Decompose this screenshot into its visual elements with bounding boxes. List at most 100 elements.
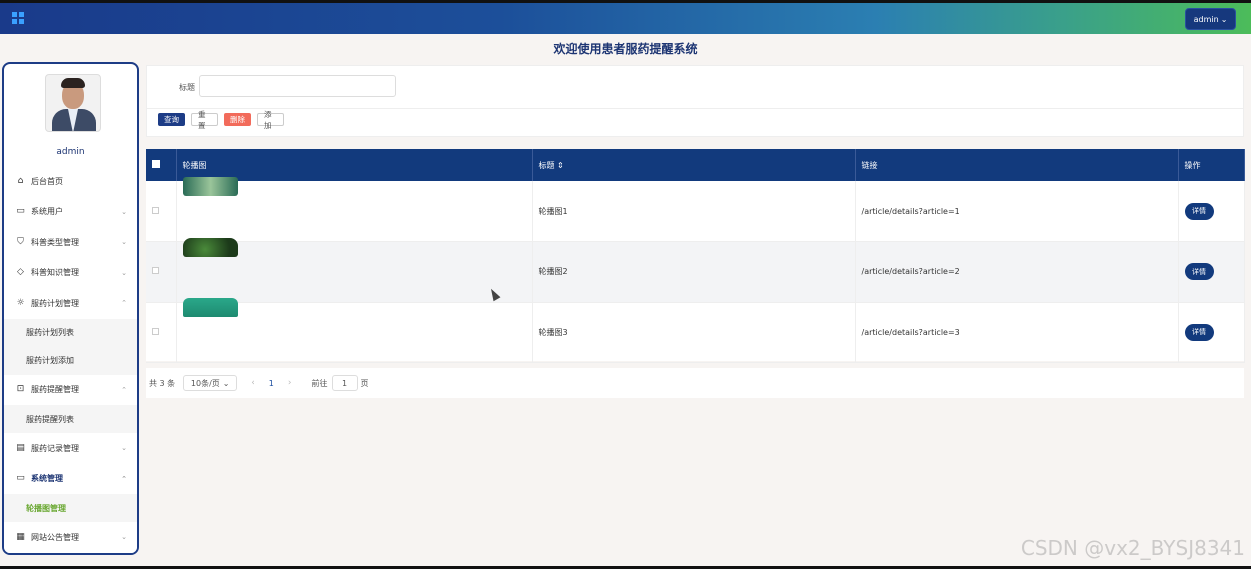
select-all-checkbox[interactable]	[152, 160, 160, 168]
sidebar-item-home[interactable]: ⌂ 后台首页	[4, 166, 137, 197]
image-cell	[176, 298, 533, 363]
chevron-down-icon: ⌄	[121, 533, 127, 541]
column-header-action: 操作	[1178, 149, 1245, 181]
column-header-link: 链接	[855, 149, 1179, 181]
chevron-down-icon: ⌄	[121, 207, 127, 216]
chevron-up-icon: ⌃	[121, 474, 127, 483]
chevron-up-icon: ⌃	[121, 299, 127, 307]
sidebar-item-announcement[interactable]: ▦ 网站公告管理 ⌄	[4, 522, 137, 553]
next-page-icon[interactable]: ›	[288, 378, 292, 388]
row-checkbox-cell	[146, 241, 177, 303]
link-cell: /article/details?article=2	[855, 241, 1179, 303]
prev-page-icon[interactable]: ‹	[251, 378, 255, 388]
sidebar-item-label: 服药计划管理	[31, 298, 79, 308]
sidebar-item-system-management[interactable]: ▭ 系统管理 ⌃	[4, 463, 137, 494]
link-cell: /article/details?article=3	[855, 302, 1179, 363]
sidebar: admin ⌂ 后台首页 ▭ 系统用户 ⌄ ⛉ 科普类型管理 ⌄ ◇ 科普知识管…	[2, 62, 139, 555]
title-filter-input[interactable]	[199, 75, 396, 97]
calendar-icon: ▦	[16, 531, 25, 542]
sidebar-item-medication-record[interactable]: ▤ 服药记录管理 ⌄	[4, 433, 137, 464]
query-button[interactable]: 查询	[158, 113, 185, 126]
title-cell: 轮播图2	[532, 241, 856, 303]
chevron-up-icon: ⌃	[121, 385, 127, 394]
column-header-title[interactable]: 标题 ⇕	[532, 149, 856, 181]
link-cell: /article/details?article=1	[855, 181, 1179, 242]
table-row: 轮播图3 /article/details?article=3 详情	[146, 298, 1245, 363]
table-header: 轮播图 标题 ⇕ 链接 操作	[146, 149, 1245, 181]
image-cell	[176, 237, 533, 303]
sidebar-item-system-users[interactable]: ▭ 系统用户 ⌄	[4, 196, 137, 227]
delete-button[interactable]: 删除	[224, 113, 251, 126]
tag-icon: ◇	[17, 267, 24, 278]
detail-button[interactable]: 详情	[1184, 323, 1214, 341]
bookmark-icon: ⛉	[17, 236, 24, 247]
row-checkbox[interactable]	[152, 267, 159, 275]
chevron-down-icon: ⌄	[121, 444, 127, 452]
user-menu-button[interactable]: admin ⌄	[1185, 8, 1236, 30]
add-button[interactable]: 添加	[257, 110, 284, 130]
detail-button[interactable]: 详情	[1184, 202, 1214, 220]
action-cell: 详情	[1178, 241, 1245, 303]
detail-button[interactable]: 详情	[1184, 263, 1214, 281]
row-checkbox[interactable]	[152, 206, 159, 214]
title-cell: 轮播图3	[532, 302, 856, 363]
sidebar-item-label: 服药记录管理	[31, 443, 79, 453]
sidebar-item-label: 系统用户	[31, 207, 63, 217]
message-icon: ▭	[16, 473, 25, 484]
pagination: 共 3 条 10条/页 ⌄ ‹ 1 › 前往 1 页	[146, 368, 1244, 398]
row-checkbox-cell	[146, 181, 177, 242]
reset-button[interactable]: 重置	[191, 110, 218, 130]
table-row: 轮播图2 /article/details?article=2 详情	[146, 237, 1245, 303]
column-header-title-label: 标题	[538, 160, 555, 170]
grid-menu-icon[interactable]	[12, 12, 24, 24]
page-number-current[interactable]: 1	[269, 379, 274, 388]
inbox-icon: ⊡	[16, 384, 25, 395]
sidebar-subitem-carousel[interactable]: 轮播图管理	[4, 494, 137, 522]
sidebar-item-label: 网站公告管理	[31, 532, 79, 542]
sidebar-subitem-plan-list[interactable]: 服药计划列表	[4, 318, 137, 347]
pagination-total: 共 3 条	[149, 378, 176, 388]
carousel-table: 轮播图 标题 ⇕ 链接 操作 轮播图1 /article/details?art…	[146, 149, 1245, 363]
avatar	[45, 74, 101, 132]
action-cell: 详情	[1178, 302, 1245, 363]
action-cell: 详情	[1178, 181, 1245, 242]
sidebar-subitem-plan-add[interactable]: 服药计划添加	[4, 346, 137, 375]
page-title: 欢迎使用患者服药提醒系统	[553, 42, 698, 56]
chevron-down-icon: ⌄	[121, 238, 127, 246]
chevron-down-icon: ⌄	[121, 268, 127, 277]
carousel-thumbnail	[182, 298, 238, 318]
sidebar-item-science-knowledge[interactable]: ◇ 科普知识管理 ⌄	[4, 257, 137, 288]
sort-icon[interactable]: ⇕	[557, 161, 564, 170]
sidebar-item-label: 后台首页	[31, 176, 63, 186]
clipboard-icon: ▤	[16, 442, 25, 453]
chevron-down-icon: ⌄	[1220, 14, 1228, 24]
watermark: CSDN @vx2_BYSJ8341	[1020, 536, 1245, 560]
monitor-icon: ▭	[16, 206, 25, 217]
sidebar-item-label: 服药提醒管理	[31, 385, 79, 395]
sidebar-item-medication-reminder[interactable]: ⊡ 服药提醒管理 ⌃	[4, 374, 137, 405]
image-cell	[176, 177, 533, 242]
row-checkbox-cell	[146, 302, 177, 363]
page-size-select[interactable]: 10条/页 ⌄	[183, 375, 238, 391]
title-cell: 轮播图1	[532, 181, 856, 242]
page-unit-label: 页	[360, 378, 369, 388]
sidebar-item-medication-plan[interactable]: ☼ 服药计划管理 ⌃	[4, 288, 137, 319]
top-navbar: admin ⌄	[0, 0, 1251, 34]
sidebar-username: admin	[56, 147, 85, 157]
select-all-cell	[146, 149, 177, 181]
page-size-value: 10条/页	[190, 378, 220, 388]
sun-icon: ☼	[16, 297, 25, 308]
chevron-down-icon: ⌄	[222, 378, 230, 388]
sidebar-subitem-reminder-list[interactable]: 服药提醒列表	[4, 405, 137, 433]
sidebar-item-label: 科普类型管理	[31, 237, 79, 247]
sidebar-menu: ⌂ 后台首页 ▭ 系统用户 ⌄ ⛉ 科普类型管理 ⌄ ◇ 科普知识管理 ⌄ ☼ …	[4, 166, 137, 553]
user-menu-label: admin	[1193, 14, 1219, 24]
sidebar-item-science-type[interactable]: ⛉ 科普类型管理 ⌄	[4, 227, 137, 258]
title-filter-label: 标题	[179, 83, 195, 92]
home-icon: ⌂	[17, 175, 24, 186]
row-checkbox[interactable]	[152, 327, 159, 335]
divider	[147, 108, 1243, 109]
goto-page-input[interactable]: 1	[331, 375, 358, 391]
carousel-thumbnail	[182, 177, 238, 196]
sidebar-item-label: 系统管理	[31, 474, 63, 484]
